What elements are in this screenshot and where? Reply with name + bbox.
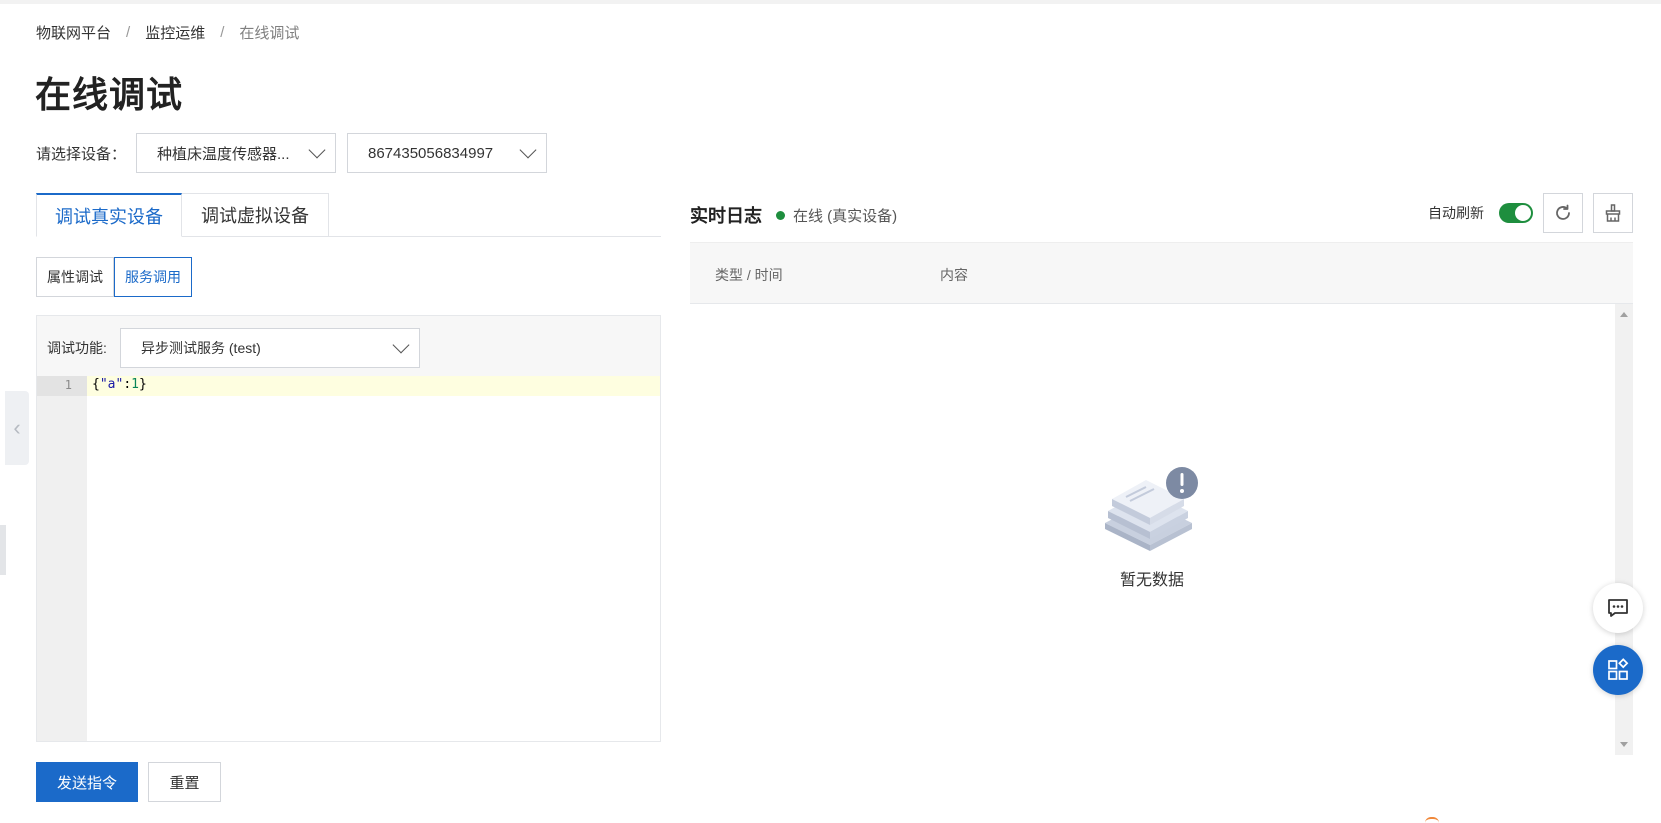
- chevron-down-icon: [308, 141, 326, 159]
- code-editor[interactable]: 1 {"a":1}: [37, 376, 660, 741]
- empty-data-text: 暂无数据: [1119, 572, 1184, 589]
- code-value: 1: [131, 377, 139, 392]
- function-row: 调试功能: 异步测试服务 (test): [47, 328, 420, 368]
- reset-button[interactable]: 重置: [148, 762, 221, 802]
- breadcrumb: 物联网平台 / 监控运维 / 在线调试: [36, 22, 299, 43]
- column-type-time: 类型 / 时间: [715, 267, 783, 283]
- auto-refresh-toggle[interactable]: [1499, 203, 1533, 223]
- breadcrumb-item-current: 在线调试: [239, 25, 300, 42]
- code-brace-close: }: [138, 377, 147, 392]
- sidebar-collapse-handle[interactable]: ‹: [5, 391, 29, 465]
- apps-float-button[interactable]: [1593, 645, 1643, 695]
- device-status: 在线 (真实设备): [776, 205, 897, 226]
- function-panel: 调试功能: 异步测试服务 (test) 1 {"a":1}: [36, 315, 661, 742]
- debug-subtabs: 属性调试 服务调用: [36, 257, 192, 297]
- refresh-icon: [1556, 204, 1570, 220]
- corner-decoration: [1425, 817, 1439, 823]
- clear-icon: [1605, 204, 1621, 222]
- chevron-down-icon: [392, 336, 410, 354]
- breadcrumb-separator: /: [126, 24, 131, 41]
- chevron-down-icon: [519, 141, 537, 159]
- breadcrumb-item-iot-platform[interactable]: 物联网平台: [36, 22, 111, 43]
- top-border: [0, 0, 1661, 4]
- chat-float-button[interactable]: [1593, 583, 1643, 633]
- send-command-button[interactable]: 发送指令: [36, 762, 138, 802]
- device-select[interactable]: 867435056834997: [347, 133, 547, 173]
- device-status-text: 在线 (真实设备): [793, 208, 898, 225]
- product-select-value: 种植床温度传感器...: [157, 145, 290, 163]
- debug-tabs: 调试真实设备 调试虚拟设备: [36, 193, 661, 237]
- column-content: 内容: [940, 267, 968, 283]
- online-status-dot: [776, 211, 785, 220]
- breadcrumb-item-monitoring[interactable]: 监控运维: [145, 22, 205, 43]
- toggle-knob: [1515, 205, 1531, 221]
- function-select-value: 异步测试服务 (test): [141, 340, 261, 356]
- tab-real-device[interactable]: 调试真实设备: [36, 193, 182, 237]
- apps-icon: [1608, 658, 1629, 680]
- chat-icon: [1608, 599, 1628, 617]
- scroll-up-icon[interactable]: [1620, 312, 1628, 317]
- clear-log-button[interactable]: [1593, 193, 1633, 233]
- device-select-row: 请选择设备： 种植床温度传感器... 867435056834997: [36, 133, 547, 173]
- device-select-value: 867435056834997: [368, 144, 494, 162]
- empty-data-icon: [1105, 467, 1198, 551]
- line-number: 1: [64, 378, 72, 392]
- breadcrumb-separator: /: [220, 24, 225, 41]
- subtab-property-debug[interactable]: 属性调试: [36, 257, 114, 297]
- left-strip: [0, 525, 6, 575]
- device-select-label: 请选择设备：: [36, 145, 127, 163]
- auto-refresh-label: 自动刷新: [1428, 205, 1484, 221]
- page-title: 在线调试: [35, 74, 184, 115]
- code-key: "a": [99, 377, 124, 392]
- function-select[interactable]: 异步测试服务 (test): [120, 328, 420, 368]
- code-colon: :: [123, 377, 132, 392]
- code-brace-open: {: [92, 377, 100, 392]
- chevron-left-icon: ‹: [13, 415, 21, 440]
- product-select[interactable]: 种植床温度传感器...: [136, 133, 336, 173]
- function-label: 调试功能:: [47, 340, 107, 356]
- tab-virtual-device[interactable]: 调试虚拟设备: [182, 193, 329, 237]
- subtab-service-call[interactable]: 服务调用: [114, 257, 192, 297]
- refresh-button[interactable]: [1543, 193, 1583, 233]
- log-table-header: 类型 / 时间 内容: [690, 242, 1633, 304]
- scroll-down-icon[interactable]: [1620, 742, 1628, 747]
- editor-gutter: [37, 376, 87, 741]
- log-title: 实时日志: [690, 206, 762, 226]
- code-line[interactable]: {"a":1}: [92, 377, 147, 392]
